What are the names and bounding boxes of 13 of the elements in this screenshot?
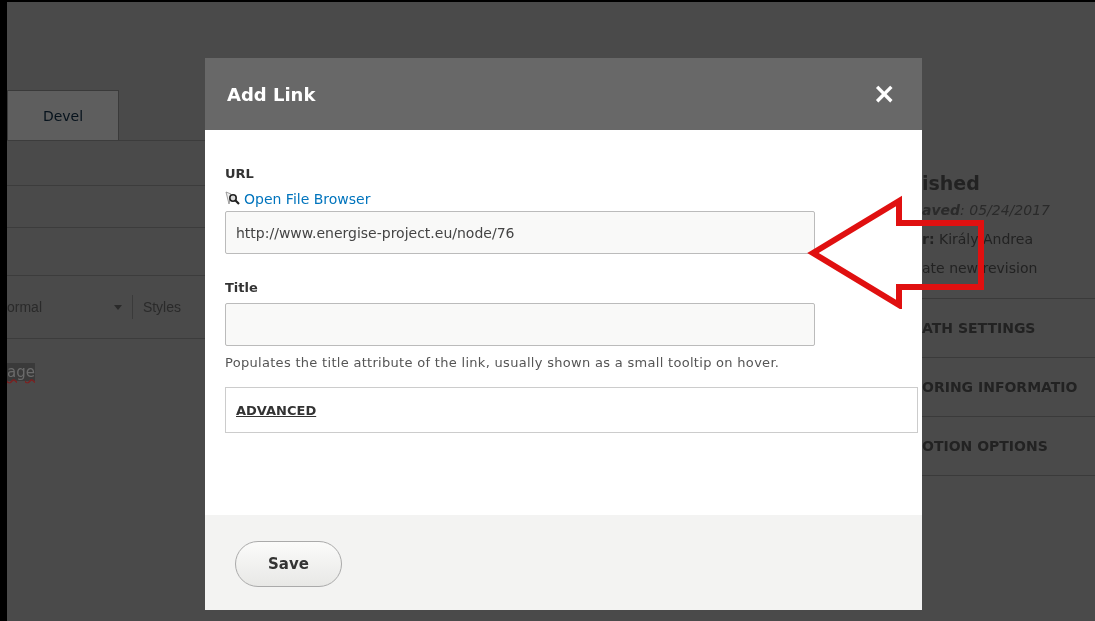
caret-icon — [113, 304, 122, 310]
url-label: URL — [225, 166, 254, 181]
magnifier-icon — [225, 191, 241, 207]
field-description: Populates the title attribute of the link, usually shown as a small tooltip on hover. — [225, 354, 781, 372]
save-button[interactable]: Save — [235, 541, 342, 587]
file-browser-link[interactable]: Open File Browser — [225, 191, 371, 207]
dialog-title: Add Link — [227, 83, 316, 105]
url-field[interactable]: http://www.energise-project.eu/node/76 — [225, 211, 815, 254]
title-label: Title — [225, 280, 258, 295]
title-field[interactable] — [225, 303, 815, 346]
advanced-link[interactable]: ADVANCED — [236, 402, 317, 418]
devel-tab[interactable]: Devel — [7, 90, 119, 140]
close-button[interactable]: × — [872, 80, 896, 108]
